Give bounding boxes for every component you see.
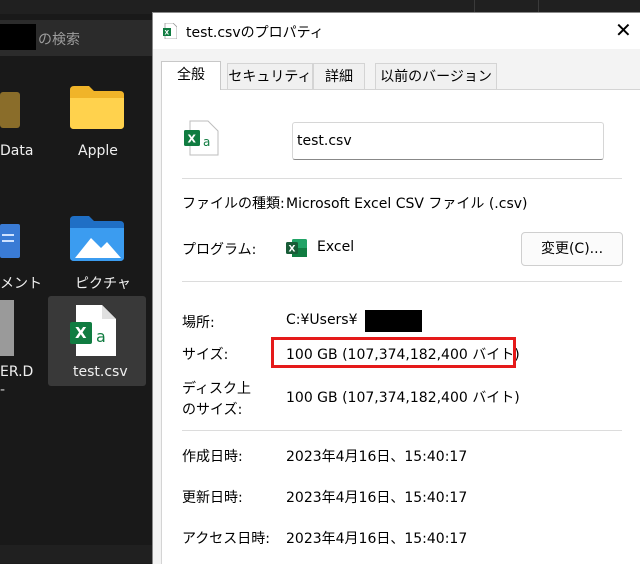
location-value: C:¥Users¥ xyxy=(286,312,358,328)
folder-label: Apple xyxy=(78,143,118,159)
tab-security[interactable]: セキュリティ xyxy=(227,63,313,89)
dialog-title: test.csvのプロパティ xyxy=(186,25,324,41)
file-name-input[interactable]: test.csv xyxy=(292,122,604,160)
tab-previous-versions[interactable]: 以前のバージョン xyxy=(375,63,497,89)
redaction-block xyxy=(0,24,36,50)
file-label-overflow: - xyxy=(0,382,6,398)
size-label: サイズ: xyxy=(182,347,229,363)
excel-csv-icon: X xyxy=(163,23,177,39)
file-type-label: ファイルの種類: xyxy=(182,196,285,212)
status-bar xyxy=(0,545,152,563)
separator xyxy=(182,430,622,431)
folder-label: メント xyxy=(0,276,42,292)
program-value: Excel xyxy=(317,239,355,255)
accessed-value: 2023年4月16日、15:40:17 xyxy=(286,531,468,547)
excel-csv-icon: X a xyxy=(184,120,219,156)
created-value: 2023年4月16日、15:40:17 xyxy=(286,449,468,465)
file-icon xyxy=(0,300,14,356)
file-item-test-csv[interactable]: X a test.csv xyxy=(48,296,146,386)
search-placeholder: の検索 xyxy=(38,32,80,48)
separator xyxy=(182,281,622,282)
modified-value: 2023年4月16日、15:40:17 xyxy=(286,490,468,506)
svg-text:X: X xyxy=(289,245,296,255)
location-label: 場所: xyxy=(182,315,215,331)
folder-label: ピクチャ xyxy=(75,276,131,292)
svg-text:X: X xyxy=(165,30,170,37)
size-on-disk-label-line2: のサイズ: xyxy=(182,402,243,418)
excel-app-icon: X xyxy=(286,239,307,257)
general-tab-panel: X a test.csv ファイルの種類: Microsoft Excel CS… xyxy=(161,89,640,564)
size-on-disk-label-line1: ディスク上 xyxy=(182,381,252,397)
properties-dialog: X test.csvのプロパティ ✕ 全般 セキュリティ 詳細 以前のバージョン… xyxy=(152,12,640,564)
svg-text:X: X xyxy=(75,324,87,342)
change-program-button[interactable]: 変更(C)... xyxy=(521,232,623,266)
svg-text:a: a xyxy=(203,135,210,149)
redaction-block xyxy=(365,310,422,332)
accessed-label: アクセス日時: xyxy=(182,531,271,547)
program-label: プログラム: xyxy=(182,242,257,258)
tab-bar: 全般 セキュリティ 詳細 以前のバージョン xyxy=(161,61,640,90)
file-type-value: Microsoft Excel CSV ファイル (.csv) xyxy=(286,196,528,212)
file-label: test.csv xyxy=(73,364,128,380)
folder-icon xyxy=(0,92,20,128)
file-label: ER.D xyxy=(0,364,34,380)
folder-icon xyxy=(70,86,124,129)
folder-label: Data xyxy=(0,143,34,159)
created-label: 作成日時: xyxy=(182,449,243,465)
tab-general[interactable]: 全般 xyxy=(161,61,221,90)
documents-folder-icon xyxy=(0,224,20,258)
svg-text:X: X xyxy=(188,133,197,146)
highlight-annotation xyxy=(271,337,516,368)
dialog-title-bar[interactable]: X test.csvのプロパティ ✕ xyxy=(153,13,640,49)
svg-text:a: a xyxy=(96,327,106,346)
modified-label: 更新日時: xyxy=(182,490,243,506)
separator xyxy=(182,178,622,179)
pictures-folder-icon xyxy=(70,216,124,261)
close-button[interactable]: ✕ xyxy=(615,13,640,49)
size-on-disk-value: 100 GB (107,374,182,400 バイト) xyxy=(286,390,520,406)
excel-csv-icon: X a xyxy=(70,305,116,356)
tab-details[interactable]: 詳細 xyxy=(313,63,365,89)
